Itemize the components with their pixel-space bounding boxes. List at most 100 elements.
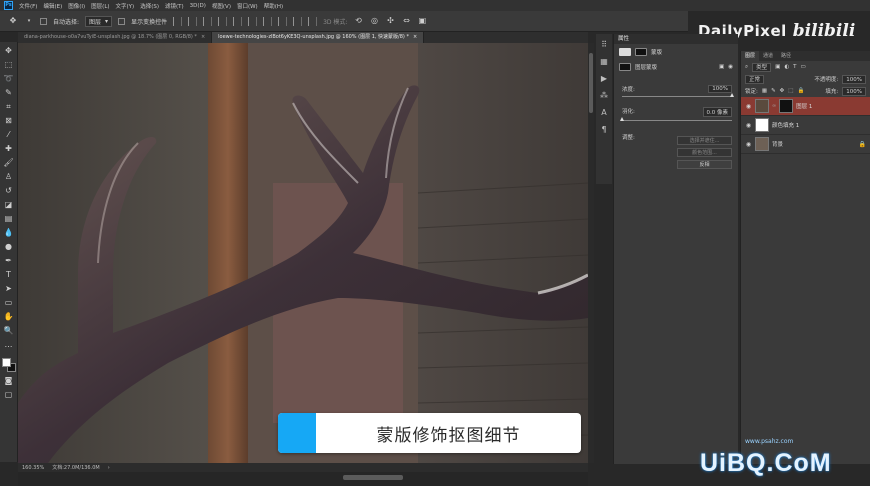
invert-button[interactable]: 反相 <box>677 160 732 169</box>
zoom-level[interactable]: 160.35% <box>22 465 44 471</box>
pixel-mask-icon[interactable] <box>619 48 631 56</box>
menu-filter[interactable]: 滤镜(T) <box>165 2 184 10</box>
feather-slider-knob[interactable] <box>620 117 624 121</box>
more-tools-icon[interactable]: … <box>4 340 14 350</box>
brush-tool-icon[interactable]: 🖌 <box>4 158 14 168</box>
status-arrow-icon[interactable]: › <box>108 465 110 471</box>
move-tool-icon[interactable]: ✥ <box>8 16 18 26</box>
distribute-h-icon[interactable] <box>278 16 288 26</box>
align-left-icon[interactable] <box>173 16 183 26</box>
filter-adjust-icon[interactable]: ◐ <box>784 64 789 70</box>
eye-icon[interactable]: ◉ <box>745 122 752 129</box>
vertical-scrollbar[interactable] <box>588 43 594 463</box>
menu-select[interactable]: 选择(S) <box>140 2 159 10</box>
filter-pixel-icon[interactable]: ▣ <box>775 64 780 70</box>
layer-mask-thumb[interactable] <box>779 99 794 113</box>
density-value[interactable]: 100% <box>708 85 732 93</box>
3d-scale-icon[interactable]: ▣ <box>417 16 427 26</box>
horizontal-scrollbar[interactable] <box>18 472 588 486</box>
3d-slide-icon[interactable]: ⇔ <box>401 16 411 26</box>
lock-all-icon[interactable]: 🔒 <box>797 88 804 94</box>
lock-move-icon[interactable]: ✥ <box>780 88 785 94</box>
color-swatches[interactable] <box>1 358 16 372</box>
menu-help[interactable]: 帮助(H) <box>264 2 283 10</box>
quick-select-tool-icon[interactable]: ✎ <box>4 88 14 98</box>
horizontal-scroll-thumb[interactable] <box>343 475 403 480</box>
align-right-icon[interactable] <box>203 16 213 26</box>
density-slider[interactable] <box>622 93 734 97</box>
menu-type[interactable]: 文字(Y) <box>116 2 135 10</box>
zoom-tool-icon[interactable]: 🔍 <box>4 326 14 336</box>
menu-layer[interactable]: 图层(L) <box>91 2 109 10</box>
distribute-icon[interactable] <box>263 16 273 26</box>
eye-icon[interactable]: ◉ <box>745 141 752 148</box>
3d-pan-icon[interactable]: ✣ <box>385 16 395 26</box>
align-middle-icon[interactable] <box>233 16 243 26</box>
gradient-tool-icon[interactable]: ▤ <box>4 214 14 224</box>
panel-grip-icon[interactable]: ⠿ <box>601 40 607 49</box>
tab-diana-parkhouse[interactable]: diana-parkhouse-o0a7vuTyiE-unsplash.jpg … <box>18 32 213 43</box>
show-transform-checkbox[interactable] <box>118 17 126 25</box>
play-actions-icon[interactable]: ▶ <box>601 74 607 83</box>
filter-shape-icon[interactable]: ▭ <box>801 64 806 70</box>
frame-tool-icon[interactable]: ⊠ <box>4 116 14 126</box>
layer-row-color-fill-1[interactable]: ◉ 颜色填充 1 <box>741 116 870 135</box>
path-select-icon[interactable]: ➤ <box>4 284 14 294</box>
lasso-tool-icon[interactable]: ➰ <box>4 74 14 84</box>
screen-mode-icon[interactable]: ▢ <box>4 390 14 400</box>
history-brush-icon[interactable]: ↺ <box>4 186 14 196</box>
brush-settings-icon[interactable]: ⁂ <box>600 91 608 100</box>
marquee-tool-icon[interactable]: ⬚ <box>4 60 14 70</box>
menu-edit[interactable]: 编辑(E) <box>43 2 62 10</box>
menu-3d[interactable]: 3D(D) <box>190 3 206 9</box>
tab-loewe-technologies[interactable]: loewe-technologies-zlBot6yKE3Q-unsplash.… <box>212 32 425 43</box>
apply-mask-icon[interactable]: ◉ <box>728 64 733 70</box>
align-bottom-icon[interactable] <box>248 16 258 26</box>
layer-row-background[interactable]: ◉ 背景 🔒 <box>741 135 870 154</box>
clone-stamp-icon[interactable]: ♙ <box>4 172 14 182</box>
tab-paths[interactable]: 路径 <box>777 51 795 61</box>
fill-input[interactable]: 100% <box>842 86 866 96</box>
close-icon[interactable]: × <box>201 34 205 40</box>
menu-window[interactable]: 窗口(W) <box>237 2 258 10</box>
density-slider-knob[interactable] <box>730 93 734 97</box>
select-and-mask-button[interactable]: 选择并遮住... <box>677 136 732 145</box>
close-icon[interactable]: × <box>413 34 417 40</box>
character-panel-icon[interactable]: A <box>601 108 606 117</box>
crop-tool-icon[interactable]: ⌗ <box>4 102 14 112</box>
hand-tool-icon[interactable]: ✋ <box>4 312 14 322</box>
align-top-icon[interactable] <box>218 16 228 26</box>
lock-pixels-icon[interactable]: ▦ <box>762 88 767 94</box>
3d-roll-icon[interactable]: ◎ <box>369 16 379 26</box>
3d-rotate-icon[interactable]: ⟲ <box>353 16 363 26</box>
opacity-input[interactable]: 100% <box>842 74 866 84</box>
auto-select-checkbox[interactable] <box>40 17 47 25</box>
dodge-tool-icon[interactable]: ● <box>4 242 14 252</box>
auto-select-target-dropdown[interactable]: 图层 ▾ <box>85 15 113 27</box>
tab-layers[interactable]: 图层 <box>741 51 760 61</box>
eyedropper-tool-icon[interactable]: ⁄ <box>4 130 14 140</box>
color-range-button[interactable]: 颜色范围... <box>677 148 732 157</box>
distribute-spacing-icon[interactable] <box>308 16 318 26</box>
align-center-icon[interactable] <box>188 16 198 26</box>
tab-channels[interactable]: 通道 <box>759 51 777 61</box>
move-tool-icon[interactable]: ✥ <box>4 46 14 56</box>
vertical-scroll-thumb[interactable] <box>589 53 593 113</box>
feather-value[interactable]: 0.0 像素 <box>702 107 732 117</box>
eye-icon[interactable]: ◉ <box>745 103 752 110</box>
pen-tool-icon[interactable]: ✒ <box>4 256 14 266</box>
quick-mask-icon[interactable]: ◙ <box>4 376 14 386</box>
filter-type-icon[interactable]: T <box>793 64 796 70</box>
rectangle-tool-icon[interactable]: ▭ <box>4 298 14 308</box>
healing-brush-icon[interactable]: ✚ <box>4 144 14 154</box>
menu-view[interactable]: 视图(V) <box>212 2 231 10</box>
chain-link-icon[interactable]: ∞ <box>772 103 776 109</box>
eraser-tool-icon[interactable]: ◪ <box>4 200 14 210</box>
blur-tool-icon[interactable]: 💧 <box>4 228 14 238</box>
menu-image[interactable]: 图像(I) <box>68 2 85 10</box>
layer-row-layer-1[interactable]: ◉ ∞ 图层 1 <box>741 97 870 116</box>
vector-mask-icon[interactable] <box>635 48 647 56</box>
menu-file[interactable]: 文件(F) <box>19 2 37 10</box>
lock-brush-icon[interactable]: ✎ <box>771 88 776 94</box>
chevron-down-icon[interactable]: ▾ <box>24 16 34 26</box>
